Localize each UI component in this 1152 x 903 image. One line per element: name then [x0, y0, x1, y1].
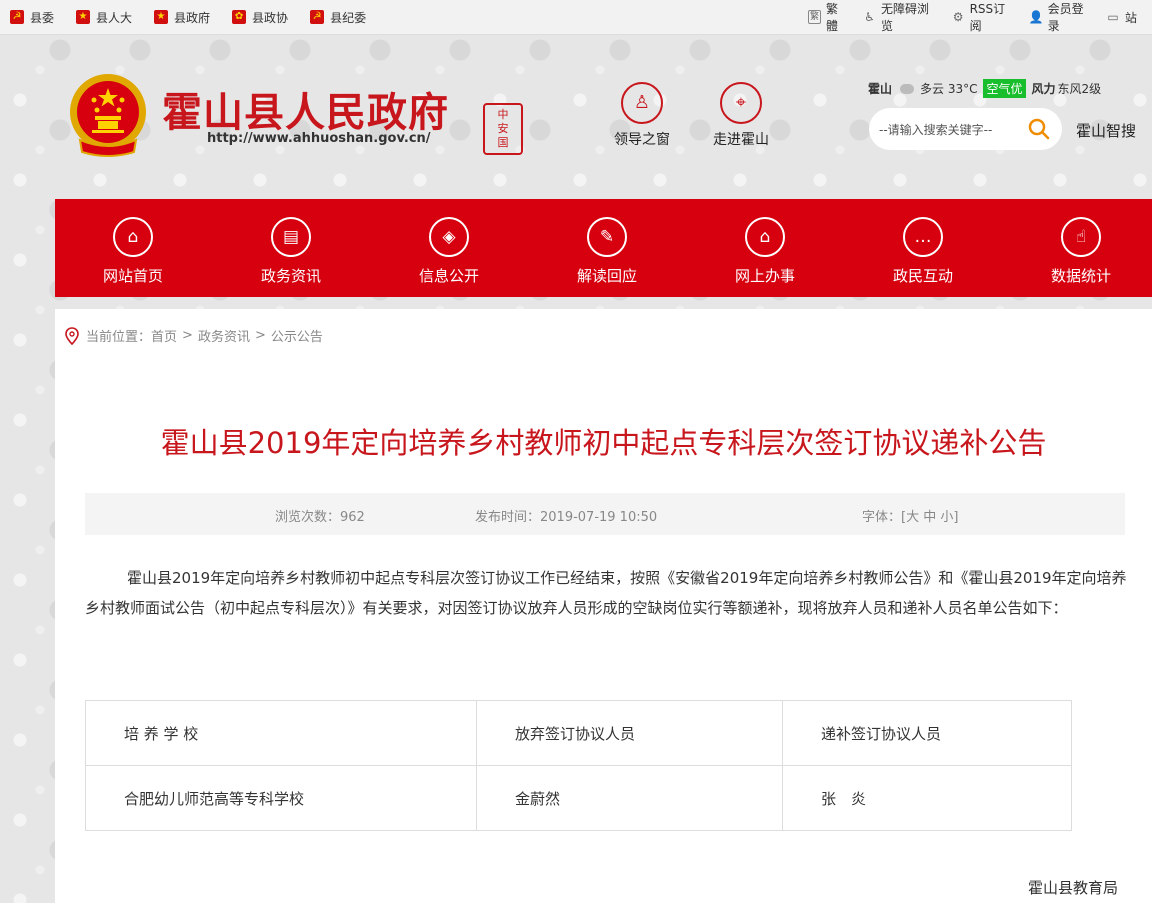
weather-condition: 多云 33°C — [920, 82, 978, 96]
breadcrumb-public-notices[interactable]: 公示公告 — [271, 326, 323, 345]
table-cell: 金蔚然 — [476, 765, 783, 831]
party-flag-icon: ☭ — [10, 10, 24, 24]
article-body: 霍山县2019年定向培养乡村教师初中起点专科层次签订协议工作已经结束，按照《安徽… — [85, 569, 1127, 617]
national-emblem-icon: ★ — [76, 10, 91, 24]
table-header-cell: 培 养 学 校 — [85, 700, 477, 766]
party-flag-icon: ☭ — [310, 10, 325, 24]
nav-item-label: 解读回应 — [576, 267, 637, 285]
nav-item-public-interaction[interactable]: … 政民互动 — [868, 217, 978, 286]
location-icon: ⌖ — [720, 82, 762, 124]
hand-pointer-icon: ☝ — [1061, 217, 1101, 257]
nav-item-label: 政务资讯 — [260, 267, 321, 285]
table-header-row: 培 养 学 校 放弃签订协议人员 递补签订协议人员 — [85, 700, 1072, 766]
chinese-seal-stamp: 中安国 — [483, 103, 523, 155]
location-pin-icon — [65, 326, 79, 345]
nav-item-information-disclosure[interactable]: ◈ 信息公开 — [394, 217, 504, 286]
nav-item-online-services[interactable]: ⌂ 网上办事 — [710, 217, 820, 286]
table-header-cell: 递补签订协议人员 — [782, 700, 1072, 766]
table-row: 合肥幼儿师范高等专科学校 金蔚然 张 炎 — [85, 765, 1072, 831]
utility-links: 繁繁體 ♿ 无障碍浏览 ⚙ RSS订阅 👤 会员登录 ▭ 站 — [808, 0, 1152, 34]
newspaper-icon: ▤ — [271, 217, 311, 257]
wind-value: 东风2级 — [1057, 82, 1102, 96]
nav-item-government-news[interactable]: ▤ 政务资讯 — [236, 217, 346, 286]
issuer-signature: 霍山县教育局 — [1028, 879, 1119, 897]
user-icon: 👤 — [1028, 10, 1044, 24]
article-meta-bar: 浏览次数：962 发布时间：2019-07-19 10:50 字体：[大 中 小… — [85, 493, 1125, 535]
home-icon: ⌂ — [113, 217, 153, 257]
search-box — [869, 108, 1062, 150]
leader-icon: ♙ — [621, 82, 663, 124]
table-header-cell: 放弃签订协议人员 — [476, 700, 783, 766]
site-url: http://www.ahhuoshan.gov.cn/ — [207, 131, 431, 146]
member-login-link[interactable]: 👤 会员登录 — [1029, 0, 1091, 34]
table-cell: 合肥幼儿师范高等专科学校 — [85, 765, 477, 831]
link-county-discipline-commission[interactable]: ☭ 县纪委 — [310, 9, 366, 26]
rss-icon: ⚙ — [952, 10, 964, 24]
smart-search-link[interactable]: 霍山智搜 — [1076, 120, 1136, 141]
national-emblem-icon: ★ — [154, 10, 169, 24]
air-quality-badge: 空气优 — [983, 79, 1026, 98]
weather-widget: 霍山 多云 33°C 空气优 风力 东风2级 — [868, 79, 1101, 98]
national-emblem-logo[interactable] — [68, 72, 148, 158]
search-icon[interactable] — [1027, 117, 1051, 141]
cloud-icon — [900, 83, 915, 94]
breadcrumb-government-news[interactable]: 政务资讯 — [198, 326, 250, 345]
traditional-chinese-icon: 繁 — [808, 10, 822, 24]
traditional-chinese-link[interactable]: 繁繁體 — [808, 0, 848, 34]
nav-item-label: 信息公开 — [418, 267, 479, 285]
cppcc-emblem-icon: ✿ — [232, 10, 247, 24]
window-icon: ▭ — [1107, 10, 1119, 24]
publish-time: 发布时间：2019-07-19 10:50 — [475, 510, 658, 525]
leaders-window-label: 领导之窗 — [614, 132, 670, 148]
nav-item-interpretation[interactable]: ✎ 解读回应 — [552, 217, 662, 286]
breadcrumb-home[interactable]: 首页 — [151, 326, 177, 345]
article-title: 霍山县2019年定向培养乡村教师初中起点专科层次签订协议递补公告 — [160, 426, 1047, 460]
site-link[interactable]: ▭ 站 — [1106, 9, 1137, 26]
view-count: 浏览次数：962 — [275, 510, 365, 525]
nav-item-label: 政民互动 — [892, 267, 953, 285]
accessibility-link[interactable]: ♿ 无障碍浏览 — [863, 0, 937, 34]
enter-huoshan-label: 走进霍山 — [713, 132, 769, 148]
breadcrumb-prefix: 当前位置： — [86, 330, 152, 345]
nav-item-label: 数据统计 — [1050, 267, 1111, 285]
weather-city: 霍山 — [868, 82, 893, 96]
document-icon: ✎ — [587, 217, 627, 257]
nav-item-statistics[interactable]: ☝ 数据统计 — [1026, 217, 1136, 286]
link-county-cppcc[interactable]: ✿ 县政协 — [232, 9, 288, 26]
org-links: ☭ 县委 ★ 县人大 ★ 县政府 ✿ 县政协 ☭ 县纪委 — [10, 0, 388, 34]
enter-huoshan-link[interactable]: ⌖ 走进霍山 — [701, 82, 781, 149]
link-county-party-committee[interactable]: ☭ 县委 — [10, 9, 54, 26]
breadcrumb-separator: > — [254, 328, 266, 343]
nav-item-home[interactable]: ⌂ 网站首页 — [78, 217, 188, 286]
layers-icon: ◈ — [429, 217, 469, 257]
nav-item-label: 网上办事 — [734, 267, 795, 285]
site-title[interactable]: 霍山县人民政府 — [162, 80, 449, 138]
link-county-government[interactable]: ★ 县政府 — [154, 9, 210, 26]
chat-icon: … — [903, 217, 943, 257]
rss-link[interactable]: ⚙ RSS订阅 — [952, 0, 1014, 34]
roster-table: 培 养 学 校 放弃签订协议人员 递补签订协议人员 合肥幼儿师范高等专科学校 金… — [85, 700, 1072, 831]
search-input[interactable] — [877, 119, 1021, 141]
link-county-peoples-congress[interactable]: ★ 县人大 — [76, 9, 132, 26]
accessibility-icon: ♿ — [864, 10, 875, 24]
government-building-icon: ⌂ — [745, 217, 785, 257]
breadcrumb: 当前位置： 首页 > 政务资讯 > 公示公告 — [65, 326, 323, 345]
main-nav: ⌂ 网站首页 ▤ 政务资讯 ◈ 信息公开 ✎ 解读回应 ⌂ 网上办事 … 政民互… — [55, 199, 1152, 297]
article-panel: 当前位置： 首页 > 政务资讯 > 公示公告 霍山县2019年定向培养乡村教师初… — [55, 309, 1152, 903]
table-cell: 张 炎 — [782, 765, 1072, 831]
top-utility-bar: ☭ 县委 ★ 县人大 ★ 县政府 ✿ 县政协 ☭ 县纪委 繁繁體 ♿ 无障碍浏览 ⚙ RSS订… — [0, 0, 1152, 35]
leaders-window-link[interactable]: ♙ 领导之窗 — [602, 82, 682, 149]
font-size-selector[interactable]: 字体：[大 中 小] — [862, 506, 958, 525]
breadcrumb-separator: > — [182, 328, 193, 343]
wind-label: 风力 — [1031, 82, 1056, 96]
nav-item-label: 网站首页 — [102, 267, 163, 285]
